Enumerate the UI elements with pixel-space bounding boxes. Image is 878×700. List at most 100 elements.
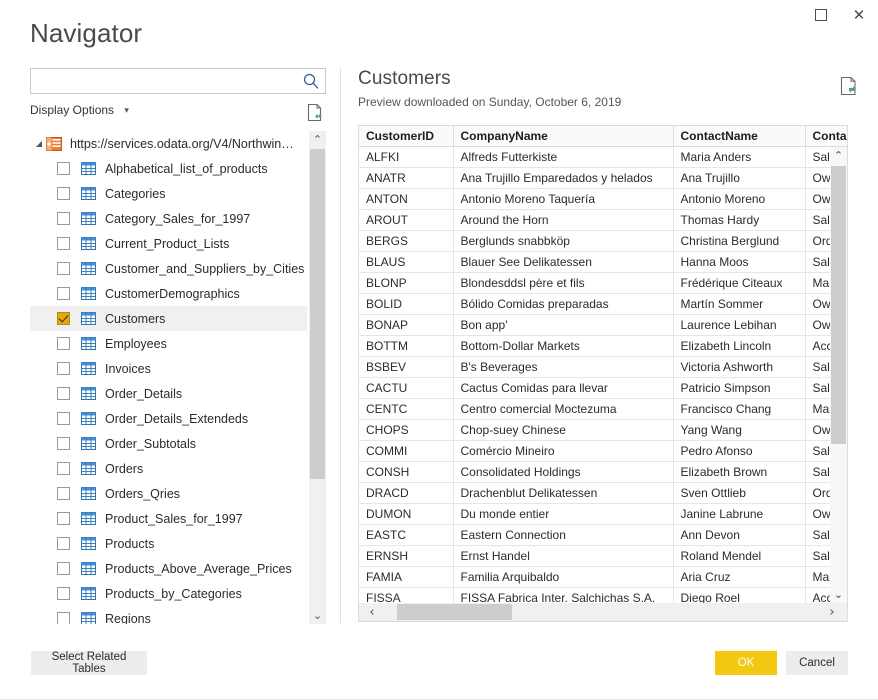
- tree-item-checkbox[interactable]: [57, 237, 70, 250]
- tree-item-checkbox[interactable]: [57, 587, 70, 600]
- scroll-up-icon[interactable]: ⌃: [309, 131, 326, 148]
- refresh-preview-icon[interactable]: [840, 76, 858, 96]
- tree-item-checkbox[interactable]: [57, 487, 70, 500]
- tree-item[interactable]: Current_Product_Lists: [30, 231, 307, 256]
- grid-vertical-scrollbar-thumb[interactable]: [831, 166, 846, 444]
- table-row[interactable]: ERNSHErnst HandelRoland MendelSales Mana…: [359, 545, 847, 567]
- table-row[interactable]: COMMIComércio MineiroPedro AfonsoSales A…: [359, 440, 847, 462]
- column-header[interactable]: ContactTitle: [805, 126, 847, 147]
- tree-item[interactable]: Orders_Qries: [30, 481, 307, 506]
- table-row[interactable]: CACTU Cactus Comidas para llevar Patricio …: [359, 377, 847, 399]
- table-row[interactable]: BONAPBon app'Laurence LebihanOwner: [359, 314, 847, 336]
- tree-item-checkbox[interactable]: [57, 562, 70, 575]
- close-button[interactable]: ✕: [840, 0, 878, 30]
- tree-scrollbar[interactable]: ⌃ ⌄: [309, 131, 326, 624]
- grid-scroll-left-icon[interactable]: ‹: [363, 603, 381, 621]
- table-row[interactable]: BOTTM Bottom-Dollar Markets Elizabeth Linc…: [359, 335, 847, 357]
- tree-item[interactable]: Product_Sales_for_1997: [30, 506, 307, 531]
- tree-item[interactable]: Order_Details: [30, 381, 307, 406]
- table-row[interactable]: BLAUS Blauer See Delikatessen Hanna Moos Sa…: [359, 251, 847, 273]
- tree-item[interactable]: Order_Subtotals: [30, 431, 307, 456]
- tree-item-checkbox[interactable]: [57, 212, 70, 225]
- search-icon[interactable]: [302, 72, 320, 90]
- tree-item-checkbox[interactable]: [57, 287, 70, 300]
- tree-item[interactable]: Customers: [30, 306, 307, 331]
- table-cell: Comércio Mineiro: [453, 440, 674, 462]
- table-cell: CHOPS: [359, 419, 454, 441]
- expander-icon[interactable]: ◢: [32, 139, 46, 148]
- tree-item[interactable]: Employees: [30, 331, 307, 356]
- table-header-row: CustomerIDCompanyNameContactNameContactT…: [359, 126, 847, 147]
- select-related-tables-button[interactable]: Select Related Tables: [31, 651, 147, 675]
- tree-item[interactable]: Products_Above_Average_Prices: [30, 556, 307, 581]
- refresh-document-icon[interactable]: [307, 103, 324, 122]
- column-header[interactable]: ContactName: [673, 126, 806, 147]
- grid-scroll-up-icon[interactable]: ⌃: [830, 147, 847, 164]
- tree-item-checkbox[interactable]: [57, 462, 70, 475]
- table-row[interactable]: DRACD Drachenblut Delikatessen Sven Ottlie…: [359, 482, 847, 504]
- grid-vertical-scrollbar[interactable]: ⌃ ⌄: [830, 147, 847, 603]
- table-row[interactable]: ANTON Antonio Moreno Taquería Antonio More…: [359, 188, 847, 210]
- search-box[interactable]: [30, 68, 326, 95]
- display-options-label: Display Options: [30, 103, 115, 117]
- display-options-button[interactable]: Display Options ▾: [30, 103, 129, 117]
- ok-button[interactable]: OK: [715, 651, 777, 675]
- table-row[interactable]: CHOPSChop-suey ChineseYang WangOwner: [359, 419, 847, 441]
- tree-item-checkbox[interactable]: [57, 187, 70, 200]
- tree-root-node[interactable]: ◢ https://services.odata.org/V4/Northwin…: [30, 131, 307, 156]
- preview-header: Customers Preview downloaded on Sunday, …: [358, 68, 856, 109]
- tree-scrollbar-thumb[interactable]: [310, 149, 325, 479]
- tree-item-checkbox[interactable]: [57, 387, 70, 400]
- tree-item-checkbox[interactable]: [57, 437, 70, 450]
- tree-item-checkbox[interactable]: [57, 612, 70, 624]
- table-row[interactable]: FAMIAFamilia ArquibaldoAria CruzMarketin…: [359, 566, 847, 588]
- table-cell: Ann Devon: [673, 524, 806, 546]
- tree-item[interactable]: Customer_and_Suppliers_by_Cities: [30, 256, 307, 281]
- table-row[interactable]: BERGS Berglunds snabbköp Christina Berglun…: [359, 230, 847, 252]
- dialog-footer: Select Related Tables OK Cancel: [0, 638, 878, 700]
- tree-item-checkbox[interactable]: [57, 412, 70, 425]
- tree-item[interactable]: Category_Sales_for_1997: [30, 206, 307, 231]
- tree-item[interactable]: Invoices: [30, 356, 307, 381]
- tree-item-checkbox[interactable]: [57, 162, 70, 175]
- table-cell: DRACD: [359, 482, 454, 504]
- tree-item[interactable]: Orders: [30, 456, 307, 481]
- table-row[interactable]: ANATR Ana Trujillo Emparedados y helados A…: [359, 167, 847, 189]
- grid-horizontal-scrollbar[interactable]: ‹ ›: [359, 603, 847, 621]
- table-row[interactable]: BSBEV B's Beverages Victoria Ashworth Sales…: [359, 356, 847, 378]
- tree-item-checkbox[interactable]: [57, 262, 70, 275]
- table-row[interactable]: EASTCEastern ConnectionAnn DevonSales Ag…: [359, 524, 847, 546]
- tree-item-checkbox[interactable]: [57, 337, 70, 350]
- tree-item[interactable]: Order_Details_Extendeds: [30, 406, 307, 431]
- tree-item-checkbox[interactable]: [57, 537, 70, 550]
- tree-item-checkbox[interactable]: [57, 312, 70, 325]
- grid-scroll-down-icon[interactable]: ⌄: [830, 586, 847, 603]
- table-row[interactable]: ALFKI Alfreds Futterkiste Maria Anders Sale…: [359, 146, 847, 168]
- tree-item-checkbox[interactable]: [57, 512, 70, 525]
- table-row[interactable]: CENTC Centro comercial Moctezuma Francisco…: [359, 398, 847, 420]
- tree-item[interactable]: Products: [30, 531, 307, 556]
- grid-horizontal-scrollbar-thumb[interactable]: [397, 604, 512, 620]
- tree-item-checkbox[interactable]: [57, 362, 70, 375]
- tree-item[interactable]: Products_by_Categories: [30, 581, 307, 606]
- table-row[interactable]: CONSH Consolidated Holdings Elizabeth Brow…: [359, 461, 847, 483]
- table-cell: Ana Trujillo: [673, 167, 806, 189]
- tree-item-label: Products_Above_Average_Prices: [105, 561, 292, 576]
- table-row[interactable]: AROUTAround the HornThomas HardySales Re…: [359, 209, 847, 231]
- object-tree[interactable]: ◢ https://services.odata.org/V4/Northwin…: [30, 131, 326, 624]
- tree-item[interactable]: Regions: [30, 606, 307, 624]
- tree-item[interactable]: Alphabetical_list_of_products: [30, 156, 307, 181]
- table-row[interactable]: DUMONDu monde entierJanine LabruneOwner: [359, 503, 847, 525]
- cancel-button[interactable]: Cancel: [786, 651, 848, 675]
- table-row[interactable]: BOLID Bólido Comidas preparadas Martín Som…: [359, 293, 847, 315]
- tree-item[interactable]: CustomerDemographics: [30, 281, 307, 306]
- grid-scroll-right-icon[interactable]: ›: [823, 603, 841, 621]
- preview-table-container[interactable]: CustomerIDCompanyNameContactNameContactT…: [358, 125, 848, 622]
- maximize-button[interactable]: [802, 0, 840, 30]
- scroll-down-icon[interactable]: ⌄: [309, 607, 326, 624]
- search-input[interactable]: [35, 69, 304, 95]
- tree-item[interactable]: Categories: [30, 181, 307, 206]
- column-header[interactable]: CompanyName: [453, 126, 674, 147]
- column-header[interactable]: CustomerID: [359, 126, 454, 147]
- table-row[interactable]: BLONP Blondesddsl père et fils Frédérique …: [359, 272, 847, 294]
